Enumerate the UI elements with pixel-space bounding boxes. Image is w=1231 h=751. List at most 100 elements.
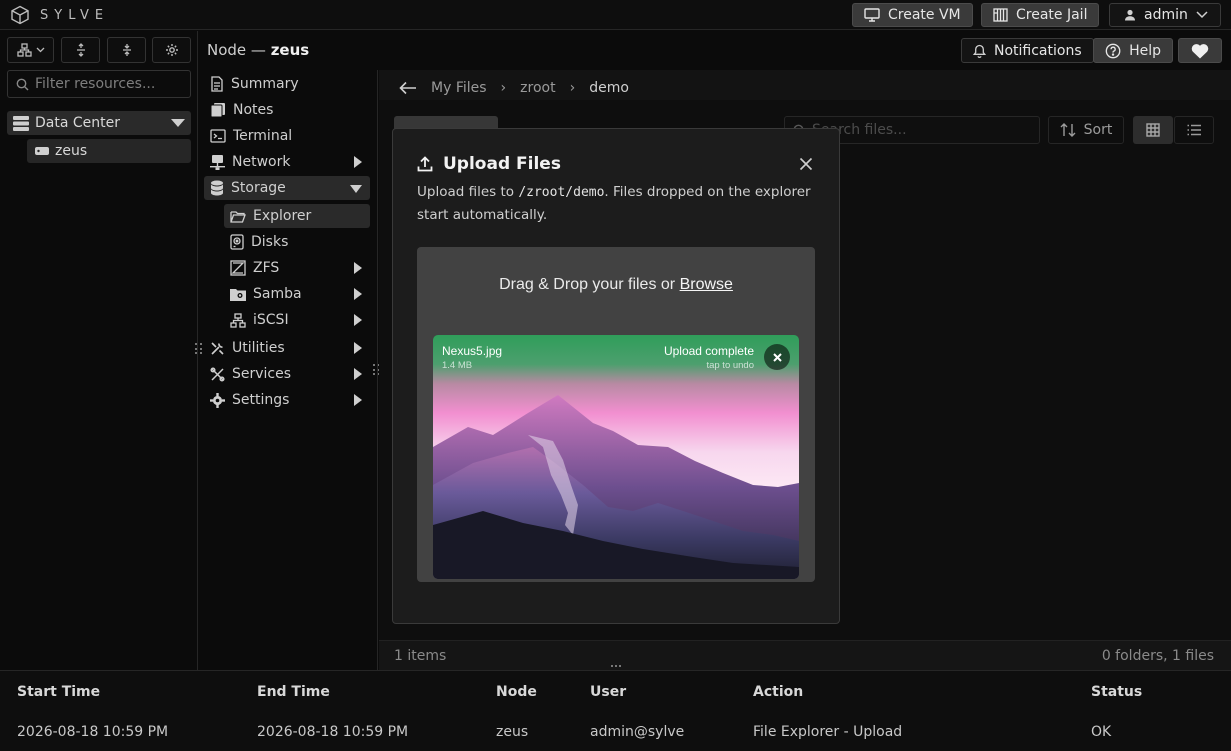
- filter-placeholder: Filter resources...: [35, 76, 156, 92]
- nav-item-storage[interactable]: Storage: [204, 176, 370, 200]
- crumb-zroot[interactable]: zroot: [520, 80, 555, 96]
- cell-user: admin@sylve: [590, 724, 685, 740]
- tools-icon: [211, 341, 224, 355]
- nav-label-iscsi: iSCSI: [253, 312, 289, 328]
- nav-item-zfs[interactable]: ZFS: [230, 256, 370, 280]
- header-user[interactable]: User: [590, 684, 626, 700]
- nav-label-storage: Storage: [231, 180, 286, 196]
- caret-right-icon: [354, 368, 362, 380]
- notifications-label: Notifications: [994, 42, 1082, 59]
- header-start-time[interactable]: Start Time: [17, 684, 100, 700]
- node-label: zeus: [55, 143, 88, 159]
- notifications-button[interactable]: Notifications: [961, 38, 1094, 63]
- header-status[interactable]: Status: [1091, 684, 1142, 700]
- server-icon: [35, 147, 49, 155]
- remove-file-button[interactable]: [764, 344, 790, 370]
- create-vm-button[interactable]: Create VM: [852, 3, 973, 27]
- cell-end-time: 2026-08-18 10:59 PM: [257, 724, 409, 740]
- file-dropzone[interactable]: Drag & Drop your files or Browse Nexus5.…: [417, 247, 815, 582]
- caret-right-icon: [354, 342, 362, 354]
- nav-item-notes[interactable]: Notes: [210, 98, 370, 122]
- nav-item-utilities[interactable]: Utilities: [210, 336, 370, 360]
- iscsi-network-icon: [230, 312, 246, 328]
- nav-label-samba: Samba: [253, 286, 302, 302]
- items-count: 1 items: [394, 647, 447, 664]
- nav-label-zfs: ZFS: [253, 260, 280, 276]
- collapse-icon: [122, 44, 131, 56]
- crumb-demo[interactable]: demo: [589, 80, 629, 96]
- expand-icon: [76, 43, 85, 57]
- cell-status: OK: [1091, 724, 1112, 740]
- caret-right-icon: [354, 156, 362, 168]
- browse-link[interactable]: Browse: [680, 276, 733, 293]
- header-end-time[interactable]: End Time: [257, 684, 330, 700]
- cube-logo-icon: [11, 5, 29, 25]
- folder-file-summary: 0 folders, 1 files: [1101, 647, 1214, 664]
- nav-item-iscsi[interactable]: iSCSI: [230, 308, 370, 332]
- nav-label-utilities: Utilities: [232, 340, 285, 356]
- app-logo[interactable]: SYLVE: [10, 5, 109, 25]
- tree-item-datacenter[interactable]: Data Center: [7, 111, 191, 135]
- nav-item-network[interactable]: Network: [210, 150, 370, 174]
- filter-resources-input[interactable]: Filter resources...: [7, 70, 191, 98]
- expand-all-button[interactable]: [61, 37, 100, 63]
- notes-icon: [210, 103, 225, 118]
- dialog-title: Upload Files: [417, 154, 561, 174]
- crumb-my-files[interactable]: My Files: [431, 80, 487, 96]
- header-node[interactable]: Node: [496, 684, 537, 700]
- file-size: 1.4 MB: [442, 360, 473, 371]
- cell-start-time: 2026-08-18 10:59 PM: [17, 724, 169, 740]
- back-arrow-icon[interactable]: [399, 81, 417, 95]
- upload-path: /zroot/demo: [518, 185, 605, 200]
- drop-text: Drag & Drop your files or: [499, 276, 680, 293]
- tree-view-button[interactable]: [7, 37, 54, 63]
- crumb-separator-icon: ›: [500, 80, 507, 96]
- network-icon: [210, 154, 225, 170]
- create-jail-button[interactable]: Create Jail: [981, 3, 1100, 27]
- nav-item-services[interactable]: Services: [210, 362, 370, 386]
- node-prefix: Node —: [207, 41, 266, 59]
- tree-settings-button[interactable]: [152, 37, 191, 63]
- help-button[interactable]: Help: [1093, 38, 1173, 63]
- explorer-status-bar: 1 items 0 folders, 1 files: [379, 640, 1231, 670]
- dropzone-label: Drag & Drop your files or Browse: [417, 276, 815, 294]
- node-name: zeus: [270, 41, 310, 59]
- top-bar: SYLVE Create VM Create Jail admin: [0, 0, 1231, 30]
- nav-item-explorer[interactable]: Explorer: [224, 204, 370, 228]
- crumb-separator-icon: ›: [569, 80, 576, 96]
- nav-label-notes: Notes: [233, 102, 274, 118]
- gear-icon: [210, 392, 225, 408]
- gear-icon: [165, 44, 178, 56]
- nav-item-terminal[interactable]: Terminal: [210, 124, 370, 148]
- upload-icon: [417, 156, 433, 172]
- collapse-all-button[interactable]: [107, 37, 146, 63]
- donate-button[interactable]: [1178, 38, 1222, 63]
- terminal-icon: [210, 129, 226, 143]
- nav-label-services: Services: [232, 366, 292, 382]
- nav-item-disks[interactable]: Disks: [230, 230, 370, 254]
- upload-files-dialog: Upload Files Upload files to /zroot/demo…: [392, 128, 840, 624]
- nav-item-settings[interactable]: Settings: [210, 388, 370, 412]
- create-vm-label: Create VM: [888, 7, 961, 23]
- nav-label-explorer: Explorer: [253, 208, 312, 224]
- user-menu-button[interactable]: admin: [1109, 3, 1221, 27]
- task-log-table: Start Time End Time Node User Action Sta…: [0, 670, 1231, 751]
- tree-item-zeus[interactable]: zeus: [27, 139, 191, 163]
- cell-node: zeus: [496, 724, 529, 740]
- nav-item-samba[interactable]: Samba: [230, 282, 370, 306]
- left-resize-handle[interactable]: [195, 343, 203, 355]
- nav-label-summary: Summary: [231, 76, 299, 92]
- close-button[interactable]: [796, 154, 816, 174]
- caret-right-icon: [354, 288, 362, 300]
- nav-item-summary[interactable]: Summary: [210, 72, 370, 96]
- nav-label-terminal: Terminal: [233, 128, 293, 144]
- undo-hint[interactable]: tap to undo: [706, 360, 754, 371]
- jail-icon: [993, 8, 1008, 22]
- header-action[interactable]: Action: [753, 684, 803, 700]
- resource-tree-panel: Filter resources... Data Center zeus: [0, 31, 198, 670]
- chevron-down-icon: [36, 47, 44, 53]
- upload-status: Upload complete: [663, 344, 754, 358]
- cell-action: File Explorer - Upload: [753, 724, 903, 740]
- close-icon: [772, 352, 782, 362]
- heart-icon: [1191, 43, 1209, 58]
